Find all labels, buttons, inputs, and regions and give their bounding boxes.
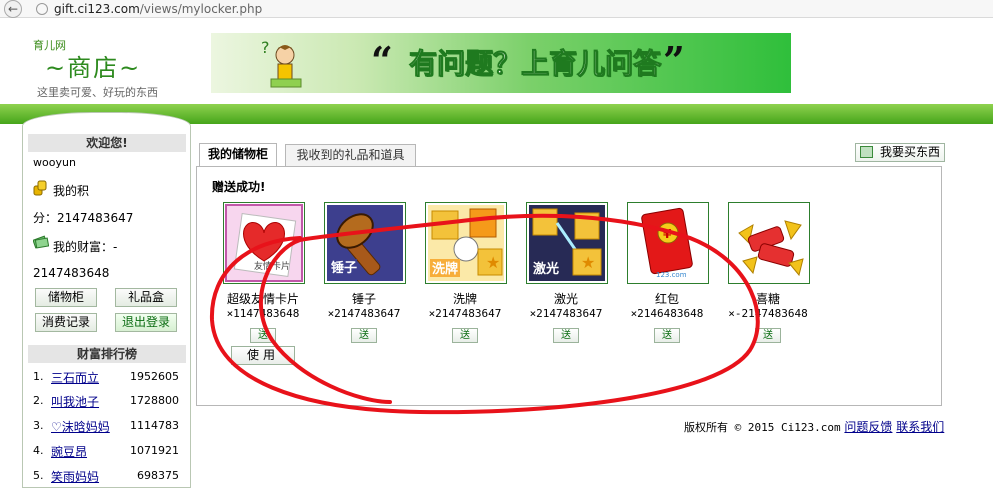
shuffle-icon: ★ 洗牌 bbox=[428, 205, 504, 281]
username: wooyun bbox=[33, 156, 76, 169]
rank-row: 4. 豌豆昂 1071921 bbox=[33, 443, 181, 459]
friendship-card-icon: 友情卡片 bbox=[225, 204, 303, 282]
money-icon bbox=[33, 235, 49, 249]
rank-user-link[interactable]: 笑雨妈妈 bbox=[51, 468, 99, 485]
svg-text:★: ★ bbox=[581, 253, 595, 272]
rank-value: 1728800 bbox=[130, 394, 179, 407]
item-name: 激光 bbox=[553, 292, 578, 306]
laser-icon: ★ 激光 bbox=[529, 205, 605, 281]
gift-box-button[interactable]: 礼品盒 bbox=[115, 288, 177, 307]
tab-my-locker[interactable]: 我的储物柜 bbox=[199, 143, 277, 166]
rank-row: 3. ♡沫晗妈妈 1114783 bbox=[33, 418, 181, 434]
rank-number: 2. bbox=[33, 394, 44, 407]
buy-items-button[interactable]: 我要买东西 bbox=[855, 143, 945, 162]
footer: 版权所有 © 2015 Ci123.com 问题反馈 联系我们 bbox=[684, 418, 944, 435]
welcome-heading: 欢迎您! bbox=[28, 134, 186, 152]
item-name: 洗牌 bbox=[452, 292, 477, 306]
cartoon-kid-icon: ? bbox=[261, 38, 302, 88]
close-quote-mark: ” bbox=[663, 38, 685, 83]
logo-title[interactable]: ~商店~ bbox=[45, 48, 141, 83]
send-button[interactable]: 送 bbox=[452, 328, 478, 343]
rank-user-link[interactable]: ♡沫晗妈妈 bbox=[51, 418, 110, 435]
send-button[interactable]: 送 bbox=[351, 328, 377, 343]
item-name: 红包 bbox=[654, 292, 679, 306]
red-envelope-icon: ¥ 123.com bbox=[630, 205, 706, 281]
copyright-text: 版权所有 © 2015 Ci123.com bbox=[684, 421, 841, 434]
logo-slogan: 这里卖可爱、好玩的东西 bbox=[37, 86, 158, 99]
send-button[interactable]: 送 bbox=[654, 328, 680, 343]
item-hammer[interactable]: 锤子 bbox=[324, 202, 406, 284]
page-globe-icon bbox=[36, 3, 48, 15]
red-envelope-label: 123.com bbox=[656, 271, 687, 279]
item-count: ×2147483647 bbox=[428, 307, 502, 320]
item-red-envelope[interactable]: ¥ 123.com bbox=[627, 202, 709, 284]
rank-row: 2. 叫我池子 1728800 bbox=[33, 393, 181, 409]
rank-number: 5. bbox=[33, 469, 44, 482]
hammer-label: 锤子 bbox=[330, 260, 357, 276]
spending-record-button[interactable]: 消费记录 bbox=[35, 313, 97, 332]
svg-text:¥: ¥ bbox=[663, 227, 672, 241]
locker-button[interactable]: 储物柜 bbox=[35, 288, 97, 307]
send-button[interactable]: 送 bbox=[755, 328, 781, 343]
url-field[interactable]: gift.ci123.com/views/mylocker.php bbox=[54, 1, 262, 17]
item-friendship-card[interactable]: 友情卡片 bbox=[223, 202, 305, 284]
rank-value: 1952605 bbox=[130, 370, 179, 383]
svg-text:?: ? bbox=[261, 38, 270, 57]
logout-button[interactable]: 退出登录 bbox=[115, 313, 177, 332]
rank-user-link[interactable]: 豌豆昂 bbox=[51, 443, 87, 460]
send-button[interactable]: 送 bbox=[250, 328, 276, 343]
rank-number: 4. bbox=[33, 444, 44, 457]
shuffle-label: 洗牌 bbox=[432, 261, 458, 277]
rank-value: 1071921 bbox=[130, 444, 179, 457]
svg-text:★: ★ bbox=[486, 253, 500, 272]
laser-label: 激光 bbox=[533, 261, 559, 277]
wedding-candy-icon bbox=[731, 205, 807, 281]
send-button[interactable]: 送 bbox=[553, 328, 579, 343]
rank-row: 1. 三石而立 1952605 bbox=[33, 369, 181, 385]
banner-text: 有问题？上育儿问答 bbox=[408, 47, 662, 81]
points-label: 我的积 bbox=[53, 184, 90, 198]
wealth-value: 2147483648 bbox=[33, 266, 110, 280]
item-shuffle[interactable]: ★ 洗牌 bbox=[425, 202, 507, 284]
back-arrow-icon[interactable]: ← bbox=[4, 0, 22, 18]
shop-cart-icon bbox=[860, 146, 873, 158]
points-value: 分：2147483647 bbox=[33, 211, 134, 225]
wealth-ranking-heading: 财富排行榜 bbox=[28, 345, 186, 363]
item-laser[interactable]: ★ 激光 bbox=[526, 202, 608, 284]
item-name: 超级友情卡片 bbox=[226, 292, 299, 306]
item-wedding-candy[interactable] bbox=[728, 202, 810, 284]
rank-row: 5. 笑雨妈妈 698375 bbox=[33, 468, 181, 484]
rank-user-link[interactable]: 三石而立 bbox=[51, 369, 99, 386]
rank-user-link[interactable]: 叫我池子 bbox=[51, 393, 99, 410]
use-button[interactable]: 使用 bbox=[231, 346, 295, 365]
hammer-icon: 锤子 bbox=[327, 205, 403, 281]
url-path: /views/mylocker.php bbox=[139, 2, 263, 16]
rank-number: 3. bbox=[33, 419, 44, 432]
item-name: 锤子 bbox=[351, 292, 376, 306]
item-count: ×2146483648 bbox=[630, 307, 704, 320]
open-quote-mark: “ bbox=[371, 38, 393, 83]
success-message: 赠送成功! bbox=[212, 180, 266, 194]
item-count: ×1147483648 bbox=[226, 307, 300, 320]
item-name: 喜糖 bbox=[755, 292, 780, 306]
tab-received-gifts[interactable]: 我收到的礼品和道具 bbox=[285, 144, 416, 166]
friendship-card-label: 友情卡片 bbox=[254, 260, 290, 272]
item-count: ×2147483647 bbox=[327, 307, 401, 320]
wealth-label: 我的财富：- bbox=[53, 240, 118, 254]
item-count: ×2147483647 bbox=[529, 307, 603, 320]
rank-number: 1. bbox=[33, 370, 44, 383]
buy-items-label: 我要买东西 bbox=[879, 145, 940, 159]
gold-coins-icon bbox=[33, 180, 47, 196]
url-host: gift.ci123.com bbox=[54, 2, 140, 16]
item-count: ×-2147483648 bbox=[728, 307, 808, 320]
browser-address-bar: ← gift.ci123.com/views/mylocker.php bbox=[0, 0, 993, 18]
feedback-link[interactable]: 问题反馈 bbox=[844, 420, 892, 434]
ad-banner[interactable]: ? “ 有问题？上育儿问答 ” bbox=[211, 33, 791, 93]
rank-value: 1114783 bbox=[130, 419, 179, 432]
rank-value: 698375 bbox=[137, 469, 179, 482]
contact-link[interactable]: 联系我们 bbox=[896, 420, 944, 434]
